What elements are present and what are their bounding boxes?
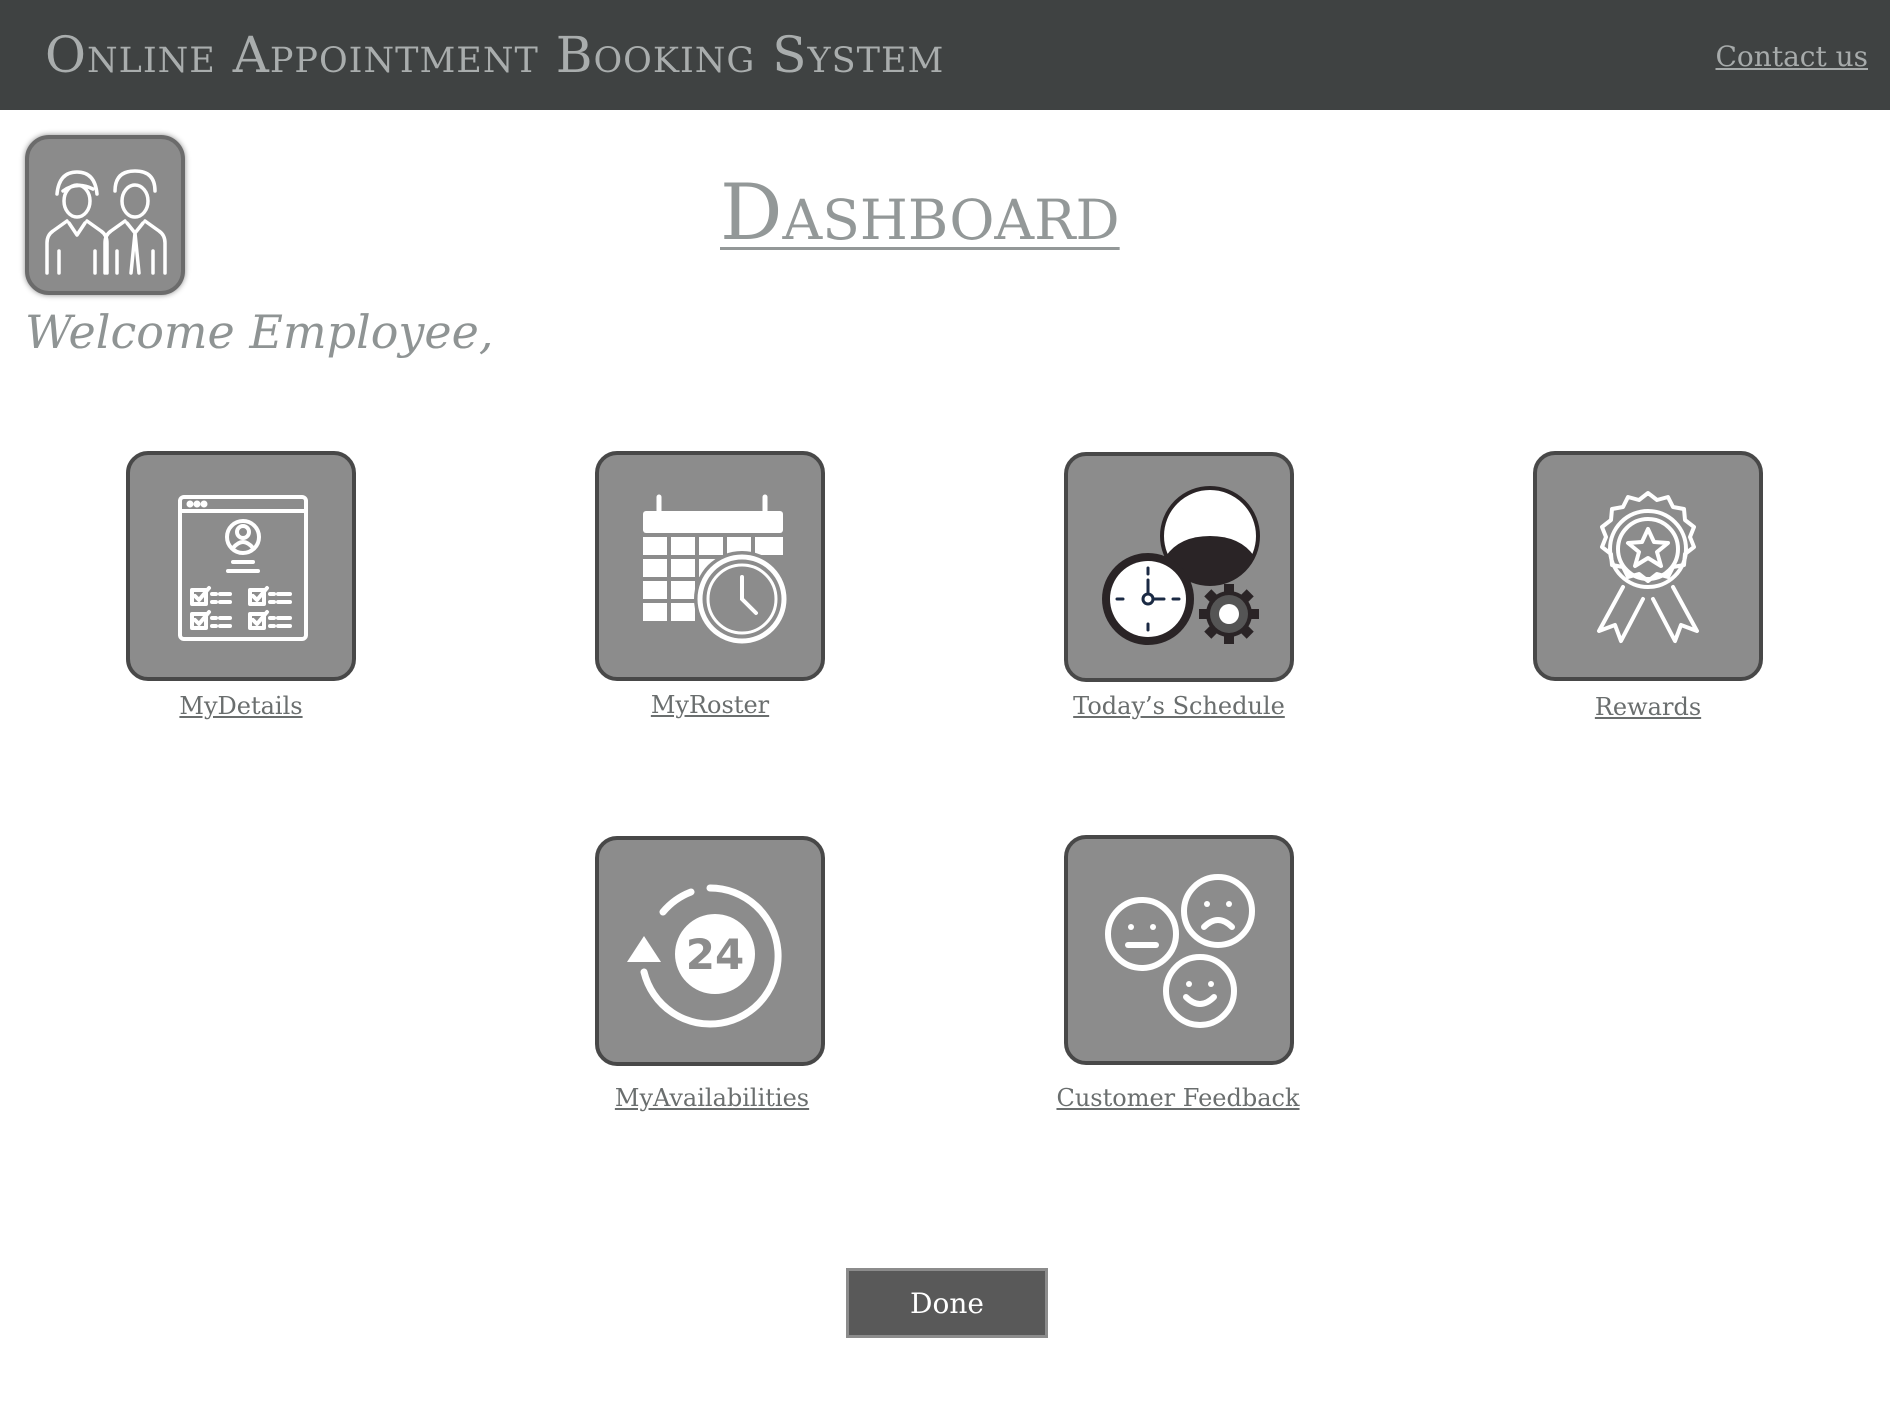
- page-title: Dashboard: [720, 168, 1120, 258]
- welcome-message: Welcome Employee,: [25, 305, 494, 359]
- mydetails-link[interactable]: MyDetails: [81, 692, 401, 720]
- mydetails-tile[interactable]: [126, 451, 356, 681]
- header-bar: Online Appointment Booking System Contac…: [0, 0, 1890, 110]
- svg-text:24: 24: [686, 930, 744, 979]
- todays-schedule-tile[interactable]: [1064, 452, 1294, 682]
- app-title: Online Appointment Booking System: [45, 26, 945, 84]
- todays-schedule-link[interactable]: Today’s Schedule: [1019, 692, 1339, 720]
- customer-feedback-tile[interactable]: [1064, 835, 1294, 1065]
- customer-feedback-link[interactable]: Customer Feedback: [1018, 1084, 1338, 1112]
- myavailabilities-tile[interactable]: 24: [595, 836, 825, 1066]
- rewards-link[interactable]: Rewards: [1488, 693, 1808, 721]
- employees-icon: [25, 135, 185, 295]
- myavailabilities-link[interactable]: MyAvailabilities: [552, 1084, 872, 1112]
- myroster-tile[interactable]: [595, 451, 825, 681]
- rewards-tile[interactable]: [1533, 451, 1763, 681]
- myroster-link[interactable]: MyRoster: [550, 691, 870, 719]
- done-button[interactable]: Done: [846, 1268, 1048, 1338]
- contact-us-link[interactable]: Contact us: [1716, 40, 1869, 73]
